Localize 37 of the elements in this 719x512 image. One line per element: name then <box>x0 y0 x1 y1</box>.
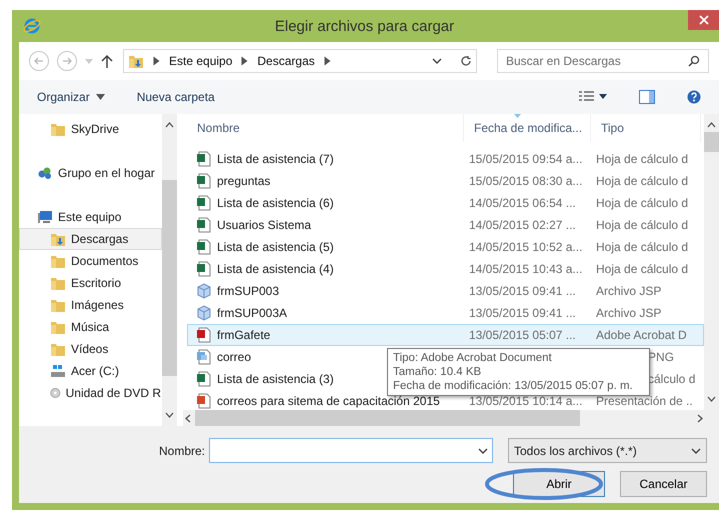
modified-date: 15/05/2015 08:30 a... <box>469 174 582 188</box>
tooltip-line: Fecha de modificación: 13/05/2015 05:07 p. m. <box>393 379 634 393</box>
file-type: Archivo JSP <box>596 306 662 320</box>
modified-date: 13/05/2015 10:14 a... <box>469 394 582 408</box>
file-name: Lista de asistencia (5) <box>217 240 334 254</box>
file-name: Lista de asistencia (3) <box>217 372 334 386</box>
file-name: preguntas <box>217 174 270 188</box>
file-type: Hoja de cálculo d <box>596 174 688 188</box>
file-name: correos para sitema de capacitación 2015 <box>217 394 440 408</box>
window-title: Elegir archivos para cargar <box>274 18 456 34</box>
file-name: Lista de asistencia (4) <box>217 262 334 276</box>
modified-date: 13/05/2015 09:41 ... <box>469 306 576 320</box>
modified-date: 14/05/2015 06:54 ... <box>469 196 576 210</box>
file-type: Hoja de cálculo d <box>596 196 688 210</box>
file-name: Usuarios Sistema <box>217 218 312 232</box>
file-type: Hoja de cálculo d <box>596 240 688 254</box>
file-name: correo <box>217 350 252 364</box>
file-name: Lista de asistencia (6) <box>217 196 334 210</box>
file-name: frmSUP003 <box>217 284 280 298</box>
file-type: Archivo JSP <box>596 284 662 298</box>
modified-date: 13/05/2015 09:41 ... <box>469 284 576 298</box>
file-name: frmSUP003A <box>217 306 288 320</box>
modified-date: 15/05/2015 09:54 a... <box>469 152 582 166</box>
modified-date: 14/05/2015 10:43 a... <box>469 262 582 276</box>
file-type: Hoja de cálculo d <box>596 262 688 276</box>
file-name: Lista de asistencia (7) <box>217 152 334 166</box>
file-type: Adobe Acrobat D <box>596 328 687 342</box>
modified-date: 14/05/2015 02:27 ... <box>469 218 576 232</box>
file-type: Presentación de .. <box>596 394 693 408</box>
field-label: Nombre: <box>158 444 205 458</box>
tooltip-line: Tipo: Adobe Acrobat Document <box>393 351 553 365</box>
tooltip-line: Tamaño: 10.4 KB <box>393 365 482 379</box>
file-name: frmGafete <box>217 328 270 342</box>
modified-date: 13/05/2015 05:07 ... <box>469 328 576 342</box>
file-type: Hoja de cálculo d <box>596 218 688 232</box>
file-type: Hoja de cálculo d <box>596 152 688 166</box>
modified-date: 14/05/2015 10:52 a... <box>469 240 582 254</box>
